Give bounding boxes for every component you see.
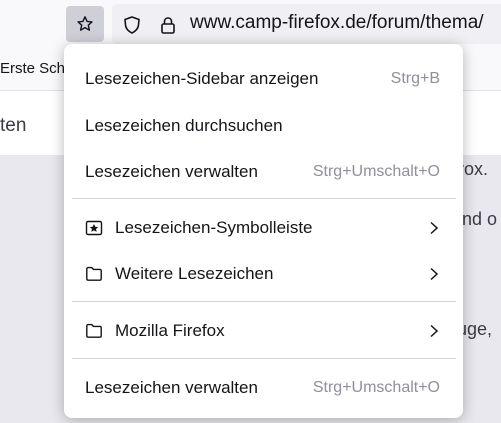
page-text-fragment: nd o: [462, 209, 498, 229]
folder-icon: [85, 322, 103, 340]
menu-item-bookmarks-toolbar-folder[interactable]: Lesezeichen-Symbolleiste: [72, 208, 456, 248]
menu-item-label: Lesezeichen verwalten: [85, 378, 258, 397]
page-header-text: ten: [0, 115, 27, 136]
menu-item-search-bookmarks[interactable]: Lesezeichen durchsuchen: [72, 106, 456, 146]
menu-separator: [72, 301, 456, 302]
navigation-toolbar: www.camp-firefox.de/forum/thema/: [0, 0, 501, 50]
shield-icon[interactable]: [122, 15, 142, 40]
menu-item-shortcut: Strg+Umschalt+O: [312, 379, 440, 396]
menu-item-label: Lesezeichen verwalten: [85, 162, 258, 181]
menu-item-mozilla-firefox-folder[interactable]: Mozilla Firefox: [72, 311, 456, 351]
bookmarks-menu-panel: Lesezeichen-Sidebar anzeigen Strg+B Lese…: [64, 44, 463, 418]
chevron-right-icon: [428, 267, 440, 281]
menu-item-other-bookmarks[interactable]: Weitere Lesezeichen: [72, 254, 456, 294]
chevron-right-icon: [428, 324, 440, 338]
star-folder-icon: [85, 219, 103, 237]
menu-separator: [72, 358, 456, 359]
lock-icon[interactable]: [158, 15, 178, 40]
bookmarks-toolbar-item[interactable]: Erste Sch: [0, 60, 65, 77]
menu-item-manage-bookmarks-bottom[interactable]: Lesezeichen verwalten Strg+Umschalt+O: [72, 368, 456, 408]
menu-item-shortcut: Strg+B: [390, 70, 440, 87]
menu-item-label: Mozilla Firefox: [115, 321, 225, 340]
bookmark-star-icon: [77, 16, 93, 31]
menu-item-label: Lesezeichen-Symbolleiste: [115, 218, 313, 237]
menu-item-show-sidebar[interactable]: Lesezeichen-Sidebar anzeigen Strg+B: [72, 59, 456, 99]
menu-item-shortcut: Strg+Umschalt+O: [312, 163, 440, 180]
menu-item-label: Weitere Lesezeichen: [115, 264, 274, 283]
url-text[interactable]: www.camp-firefox.de/forum/thema/: [190, 12, 484, 34]
folder-icon: [85, 265, 103, 283]
menu-item-manage-bookmarks[interactable]: Lesezeichen verwalten Strg+Umschalt+O: [72, 152, 456, 192]
menu-item-label: Lesezeichen durchsuchen: [85, 116, 283, 135]
bookmarks-menu-button[interactable]: [66, 6, 104, 42]
chevron-right-icon: [428, 221, 440, 235]
menu-item-label: Lesezeichen-Sidebar anzeigen: [85, 69, 319, 88]
menu-separator: [72, 198, 456, 199]
